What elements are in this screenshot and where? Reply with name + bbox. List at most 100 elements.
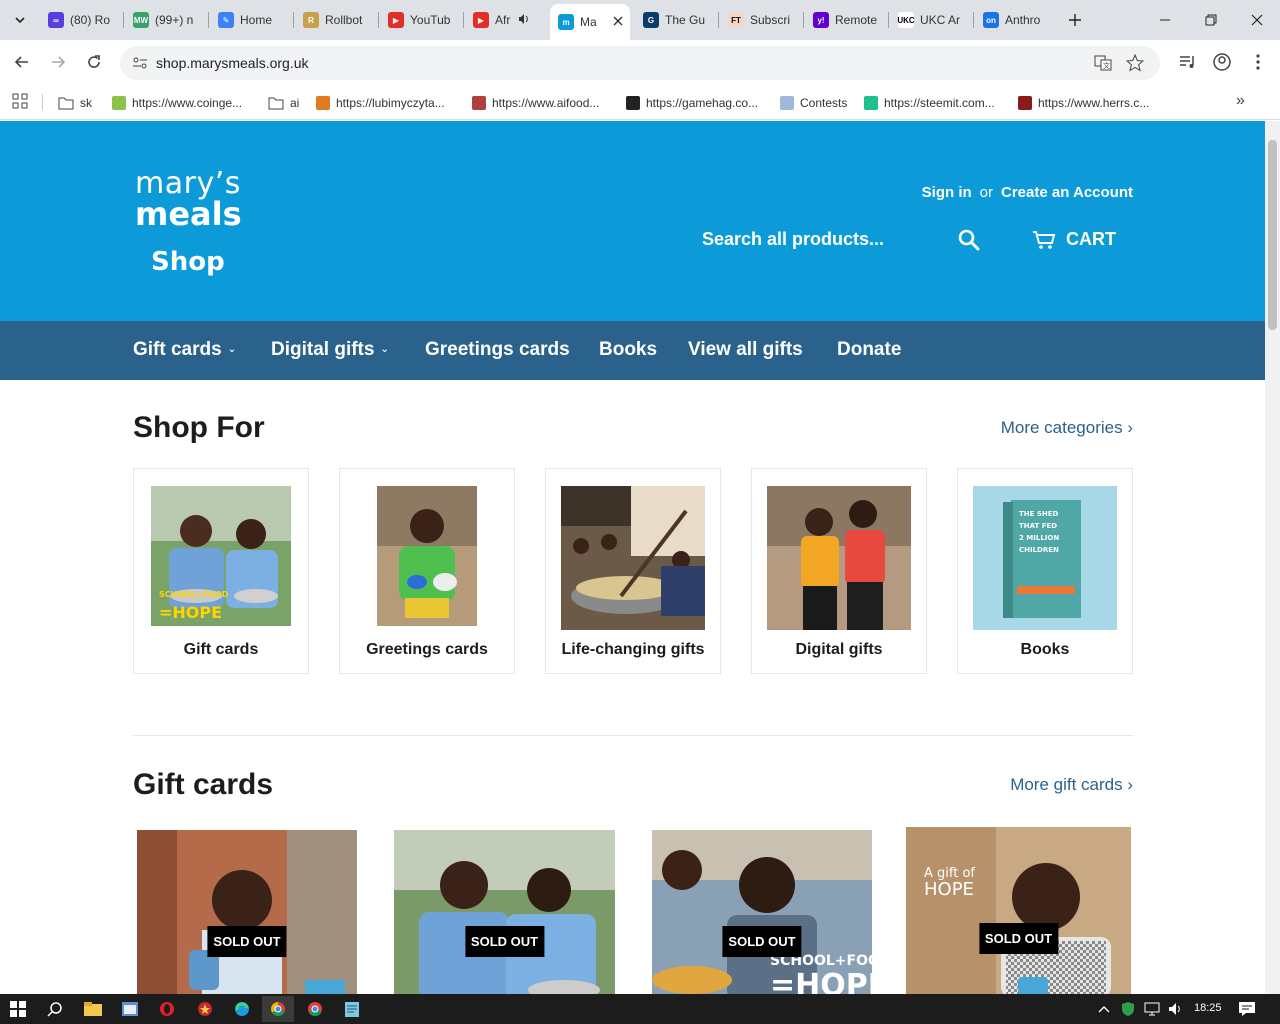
app-red-icon[interactable] xyxy=(195,999,215,1019)
opera-icon[interactable] xyxy=(157,999,177,1019)
omnibox[interactable]: shop.marysmeals.org.uk 文 xyxy=(120,46,1160,80)
tab-label: YouTub xyxy=(410,13,451,27)
category-card-greetings-cards[interactable]: Greetings cards xyxy=(339,468,515,674)
more-bookmarks-icon[interactable]: » xyxy=(1236,92,1245,110)
forward-icon[interactable] xyxy=(46,50,70,74)
url-text[interactable]: shop.marysmeals.org.uk xyxy=(156,55,309,71)
cart-label: CART xyxy=(1066,229,1116,249)
close-window-button[interactable] xyxy=(1234,0,1280,40)
chevron-up-icon[interactable] xyxy=(1094,999,1114,1019)
reload-icon[interactable] xyxy=(82,50,106,74)
bookmark-item[interactable]: https://steemit.com... xyxy=(864,93,995,113)
category-card-digital-gifts[interactable]: Digital gifts xyxy=(751,468,927,674)
close-tab-icon[interactable] xyxy=(613,15,623,29)
bookmark-item[interactable]: https://gamehag.co... xyxy=(626,93,758,113)
category-overlay-text: SCHOOL+FOOD xyxy=(159,590,229,599)
profile-icon[interactable] xyxy=(1210,50,1234,74)
browser-tab[interactable]: FT Subscri xyxy=(720,6,800,34)
more-gift-cards-link[interactable]: More gift cards › xyxy=(1010,775,1133,795)
minimize-button[interactable] xyxy=(1142,0,1188,40)
browser-menu-icon[interactable] xyxy=(1246,50,1270,74)
more-categories-link[interactable]: More categories › xyxy=(1001,418,1133,438)
bookmark-folder[interactable]: ai xyxy=(268,93,299,113)
browser-tab[interactable]: UKC UKC Ar xyxy=(890,6,970,34)
life-changing-gifts-image xyxy=(561,486,705,635)
gift-cards-image: SCHOOL+FOOD =HOPE xyxy=(151,486,291,631)
nav-view-all-gifts[interactable]: View all gifts xyxy=(688,339,803,361)
browser-tab[interactable]: ∞ (80) Ro xyxy=(40,6,120,34)
category-card-gift-cards[interactable]: SCHOOL+FOOD =HOPE Gift cards xyxy=(133,468,309,674)
media-control-icon[interactable] xyxy=(1176,50,1200,74)
new-tab-button[interactable] xyxy=(1052,0,1098,40)
gift-card-product[interactable]: SCHOOL+FOOD =HOPE SOLD OUT xyxy=(652,830,872,994)
browser-tab[interactable]: G The Gu xyxy=(635,6,715,34)
apps-icon[interactable] xyxy=(12,93,28,114)
cart-link[interactable]: CART xyxy=(1032,229,1116,250)
edge-icon[interactable] xyxy=(232,999,252,1019)
tab-favicon-icon: MW xyxy=(133,12,149,28)
create-account-link[interactable]: Create an Account xyxy=(1001,184,1133,201)
clock-time[interactable]: 18:25 xyxy=(1194,1002,1222,1014)
bookmark-item[interactable]: https://www.herrs.c... xyxy=(1018,93,1149,113)
bookmark-label: ai xyxy=(290,96,300,110)
browser-tab[interactable]: MW (99+) n xyxy=(125,6,205,34)
chrome-taskbar-icon[interactable] xyxy=(262,996,294,1022)
nav-greetings-cards[interactable]: Greetings cards xyxy=(425,339,570,361)
search-input[interactable]: Search all products... xyxy=(702,229,982,253)
bookmark-item[interactable]: https://lubimyczyta... xyxy=(316,93,445,113)
scrollbar-thumb[interactable] xyxy=(1268,140,1277,330)
category-label: Gift cards xyxy=(183,641,259,658)
chrome-alt-icon[interactable] xyxy=(305,999,325,1019)
bookmark-item[interactable]: https://www.coinge... xyxy=(112,93,242,113)
bookmark-folder[interactable]: sk xyxy=(58,93,92,113)
site-header: mary’s meals Shop Sign in or Create an Acc… xyxy=(0,121,1265,321)
notifications-icon[interactable] xyxy=(1237,999,1257,1019)
nav-digital-gifts[interactable]: Digital gifts ⌄ xyxy=(271,339,389,361)
file-explorer-icon[interactable] xyxy=(83,999,103,1019)
back-icon[interactable] xyxy=(10,50,34,74)
browser-tab[interactable]: ▶ YouTub xyxy=(380,6,460,34)
browser-tab[interactable]: R Rollbot xyxy=(295,6,375,34)
gift-card-product[interactable]: A gift of HOPE SOLD OUT xyxy=(906,827,1131,994)
restore-button[interactable] xyxy=(1188,0,1234,40)
nav-donate[interactable]: Donate xyxy=(837,339,901,361)
browser-tab[interactable]: on Anthro xyxy=(975,6,1055,34)
app-window-icon[interactable] xyxy=(120,999,140,1019)
browser-tab[interactable]: ✎ Home xyxy=(210,6,290,34)
tab-label: Ma xyxy=(580,15,597,29)
bookmark-item[interactable]: Contests xyxy=(780,93,847,113)
gift-card-image: SCHOOL+FOOD =HOPE xyxy=(652,830,872,994)
category-card-life-changing-gifts[interactable]: Life-changing gifts xyxy=(545,468,721,674)
bookmark-label: https://steemit.com... xyxy=(884,96,995,110)
translate-icon[interactable]: 文 xyxy=(1094,54,1112,77)
search-icon[interactable] xyxy=(958,229,982,253)
digital-gifts-image xyxy=(767,486,911,635)
speaker-icon[interactable] xyxy=(518,13,530,28)
nav-books[interactable]: Books xyxy=(599,339,657,361)
notepad-icon[interactable] xyxy=(342,999,362,1019)
site-logo[interactable]: mary’s meals Shop xyxy=(135,169,242,278)
bookmark-item[interactable]: https://www.aifood... xyxy=(472,93,599,113)
browser-tab[interactable]: m Ma xyxy=(550,4,630,40)
search-taskbar-icon[interactable] xyxy=(45,999,65,1019)
volume-icon[interactable] xyxy=(1166,999,1186,1019)
windows-start-icon[interactable] xyxy=(8,999,28,1019)
site-info-icon[interactable] xyxy=(132,55,148,76)
category-card-books[interactable]: THE SHED THAT FED 2 MILLION CHILDREN Boo… xyxy=(957,468,1133,674)
sign-in-link[interactable]: Sign in xyxy=(922,184,972,201)
security-shield-icon[interactable] xyxy=(1118,999,1138,1019)
tab-label: (80) Ro xyxy=(70,13,111,27)
gift-card-product[interactable]: SOLD OUT xyxy=(137,830,357,994)
nav-gift-cards[interactable]: Gift cards ⌄ xyxy=(133,339,236,361)
browser-tab[interactable]: y! Remote xyxy=(805,6,885,34)
network-icon[interactable] xyxy=(1142,999,1162,1019)
logo-line-2: meals xyxy=(135,195,242,233)
browser-tab[interactable]: ▶ Afr xyxy=(465,6,545,34)
tab-search-icon[interactable] xyxy=(0,0,40,40)
bookmark-star-icon[interactable] xyxy=(1125,53,1145,77)
bookmark-favicon-icon xyxy=(472,96,486,110)
tab-favicon-icon: R xyxy=(303,12,319,28)
gift-card-product[interactable]: SOLD OUT xyxy=(394,830,615,994)
nav-label: Digital gifts xyxy=(271,339,375,360)
bookmark-label: https://www.aifood... xyxy=(492,96,600,110)
